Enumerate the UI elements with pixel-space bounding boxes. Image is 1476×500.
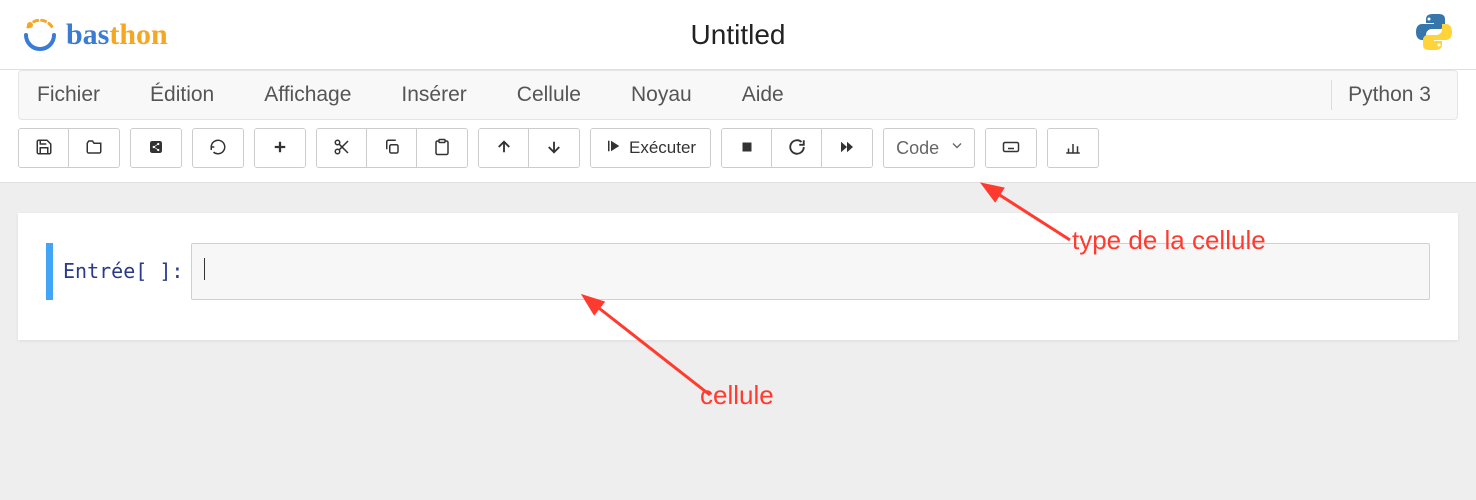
kernel-indicator: Python 3 <box>1331 80 1439 110</box>
run-icon <box>605 137 623 160</box>
save-icon <box>35 138 53 159</box>
menu-cellule[interactable]: Cellule <box>517 83 581 107</box>
stop-icon <box>738 138 756 159</box>
cell-input[interactable] <box>191 243 1430 300</box>
header: basthon Untitled <box>0 0 1476 70</box>
basthon-logo-icon <box>20 15 60 55</box>
menu-edition[interactable]: Édition <box>150 83 214 107</box>
logo[interactable]: basthon <box>20 15 168 55</box>
text-cursor <box>204 258 205 280</box>
run-all-button[interactable] <box>822 129 872 167</box>
menu-aide[interactable]: Aide <box>742 83 784 107</box>
restart-button[interactable] <box>772 129 822 167</box>
code-cell[interactable]: Entrée[ ]: <box>46 243 1430 300</box>
page-title[interactable]: Untitled <box>691 19 786 51</box>
menu-noyau[interactable]: Noyau <box>631 83 692 107</box>
paste-button[interactable] <box>417 129 467 167</box>
keyboard-button[interactable] <box>986 129 1036 167</box>
move-down-button[interactable] <box>529 129 579 167</box>
undo-icon <box>209 138 227 159</box>
restart-icon <box>788 138 806 159</box>
fast-forward-icon <box>838 138 856 159</box>
menu-inserer[interactable]: Insérer <box>401 83 466 107</box>
save-button[interactable] <box>19 129 69 167</box>
bar-chart-icon <box>1064 138 1082 159</box>
undo-button[interactable] <box>193 129 243 167</box>
move-up-button[interactable] <box>479 129 529 167</box>
copy-button[interactable] <box>367 129 417 167</box>
scissors-icon <box>333 138 351 159</box>
keyboard-icon <box>1002 138 1020 159</box>
menu-fichier[interactable]: Fichier <box>37 83 100 107</box>
arrow-down-icon <box>545 138 563 159</box>
cell-marker <box>46 243 53 300</box>
python-logo-icon <box>1412 10 1456 59</box>
share-button[interactable] <box>131 129 181 167</box>
paste-icon <box>433 138 451 159</box>
open-button[interactable] <box>69 129 119 167</box>
share-icon <box>147 138 165 159</box>
plus-icon <box>271 138 289 159</box>
cut-button[interactable] <box>317 129 367 167</box>
notebook-container: Entrée[ ]: <box>18 213 1458 340</box>
toolbar-wrapper: Exécuter Code <box>0 120 1476 183</box>
run-label: Exécuter <box>629 138 696 158</box>
folder-open-icon <box>85 138 103 159</box>
arrow-up-icon <box>495 138 513 159</box>
run-button[interactable]: Exécuter <box>591 129 710 167</box>
add-cell-button[interactable] <box>255 129 305 167</box>
menubar-wrapper: Fichier Édition Affichage Insérer Cellul… <box>0 70 1476 120</box>
menubar: Fichier Édition Affichage Insérer Cellul… <box>18 70 1458 120</box>
cell-prompt: Entrée[ ]: <box>63 243 191 300</box>
logo-text: basthon <box>66 18 168 52</box>
chart-button[interactable] <box>1048 129 1098 167</box>
copy-icon <box>383 138 401 159</box>
celltype-select[interactable]: Code <box>883 128 975 168</box>
toolbar: Exécuter Code <box>18 128 1458 168</box>
menu-affichage[interactable]: Affichage <box>264 83 351 107</box>
stop-button[interactable] <box>722 129 772 167</box>
annotation-label-cell: cellule <box>700 380 774 411</box>
